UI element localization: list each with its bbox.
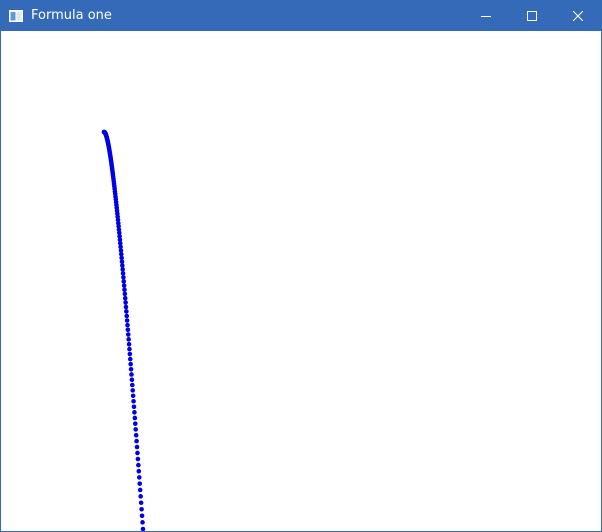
- trajectory-point: [127, 351, 133, 357]
- trajectory-point: [121, 275, 126, 280]
- trajectory-point: [140, 526, 146, 531]
- trajectory-point: [131, 404, 137, 410]
- trajectory-point: [124, 309, 129, 314]
- trajectory-point: [133, 427, 139, 432]
- trajectory-point: [124, 318, 130, 323]
- maximize-button[interactable]: [509, 1, 555, 31]
- trajectory-point: [124, 313, 130, 319]
- drawing-canvas[interactable]: [1, 31, 601, 531]
- close-button[interactable]: [555, 1, 601, 31]
- trajectory-point: [128, 361, 133, 367]
- trajectory-plot: [101, 129, 146, 531]
- trajectory-point: [137, 481, 143, 486]
- trajectory-point: [120, 271, 126, 276]
- trajectory-point: [135, 456, 141, 462]
- trajectory-point: [125, 332, 131, 337]
- trajectory-point: [140, 520, 145, 525]
- trajectory-point: [138, 494, 143, 499]
- trajectory-point: [139, 513, 145, 519]
- trajectory-point: [125, 327, 131, 333]
- trajectory-point: [130, 382, 135, 388]
- trajectory-point: [137, 487, 143, 493]
- trajectory-point: [120, 267, 125, 272]
- window-title: Formula one: [31, 8, 112, 23]
- trajectory-point: [138, 500, 144, 506]
- minimize-button[interactable]: [463, 1, 509, 31]
- trajectory-point: [133, 432, 139, 438]
- window-controls: [463, 1, 601, 31]
- trajectory-point: [123, 304, 129, 310]
- trajectory-point: [122, 287, 127, 293]
- trajectory-point: [136, 462, 141, 468]
- trajectory-point: [135, 450, 140, 456]
- trajectory-point: [132, 410, 137, 415]
- trajectory-point: [134, 444, 140, 450]
- trajectory-point: [134, 438, 139, 444]
- trajectory-point: [129, 377, 135, 383]
- trajectory-point: [123, 300, 128, 305]
- trajectory-point: [132, 421, 138, 426]
- trajectory-point: [128, 366, 134, 372]
- app-window: Formula one: [0, 0, 602, 532]
- trajectory-point: [127, 346, 132, 352]
- trajectory-point: [132, 415, 138, 421]
- trajectory-point: [126, 337, 131, 342]
- trajectory-point: [127, 356, 133, 362]
- trajectory-point: [129, 372, 134, 377]
- trajectory-point: [130, 393, 136, 399]
- trajectory-point: [120, 263, 125, 268]
- trajectory-point: [121, 279, 127, 284]
- trajectory-point: [126, 341, 132, 347]
- title-bar[interactable]: Formula one: [1, 1, 601, 31]
- trajectory-point: [136, 468, 142, 474]
- trajectory-point: [139, 506, 144, 512]
- app-window-icon: [9, 10, 23, 22]
- trajectory-point: [122, 291, 128, 297]
- maximize-icon: [527, 11, 537, 21]
- close-icon: [573, 11, 583, 21]
- trajectory-point: [136, 475, 142, 480]
- trajectory-point: [125, 322, 130, 328]
- minimize-icon: [481, 16, 491, 17]
- trajectory-point: [122, 295, 128, 301]
- trajectory-point: [131, 398, 136, 404]
- trajectory-point: [121, 283, 127, 288]
- trajectory-point: [130, 388, 136, 393]
